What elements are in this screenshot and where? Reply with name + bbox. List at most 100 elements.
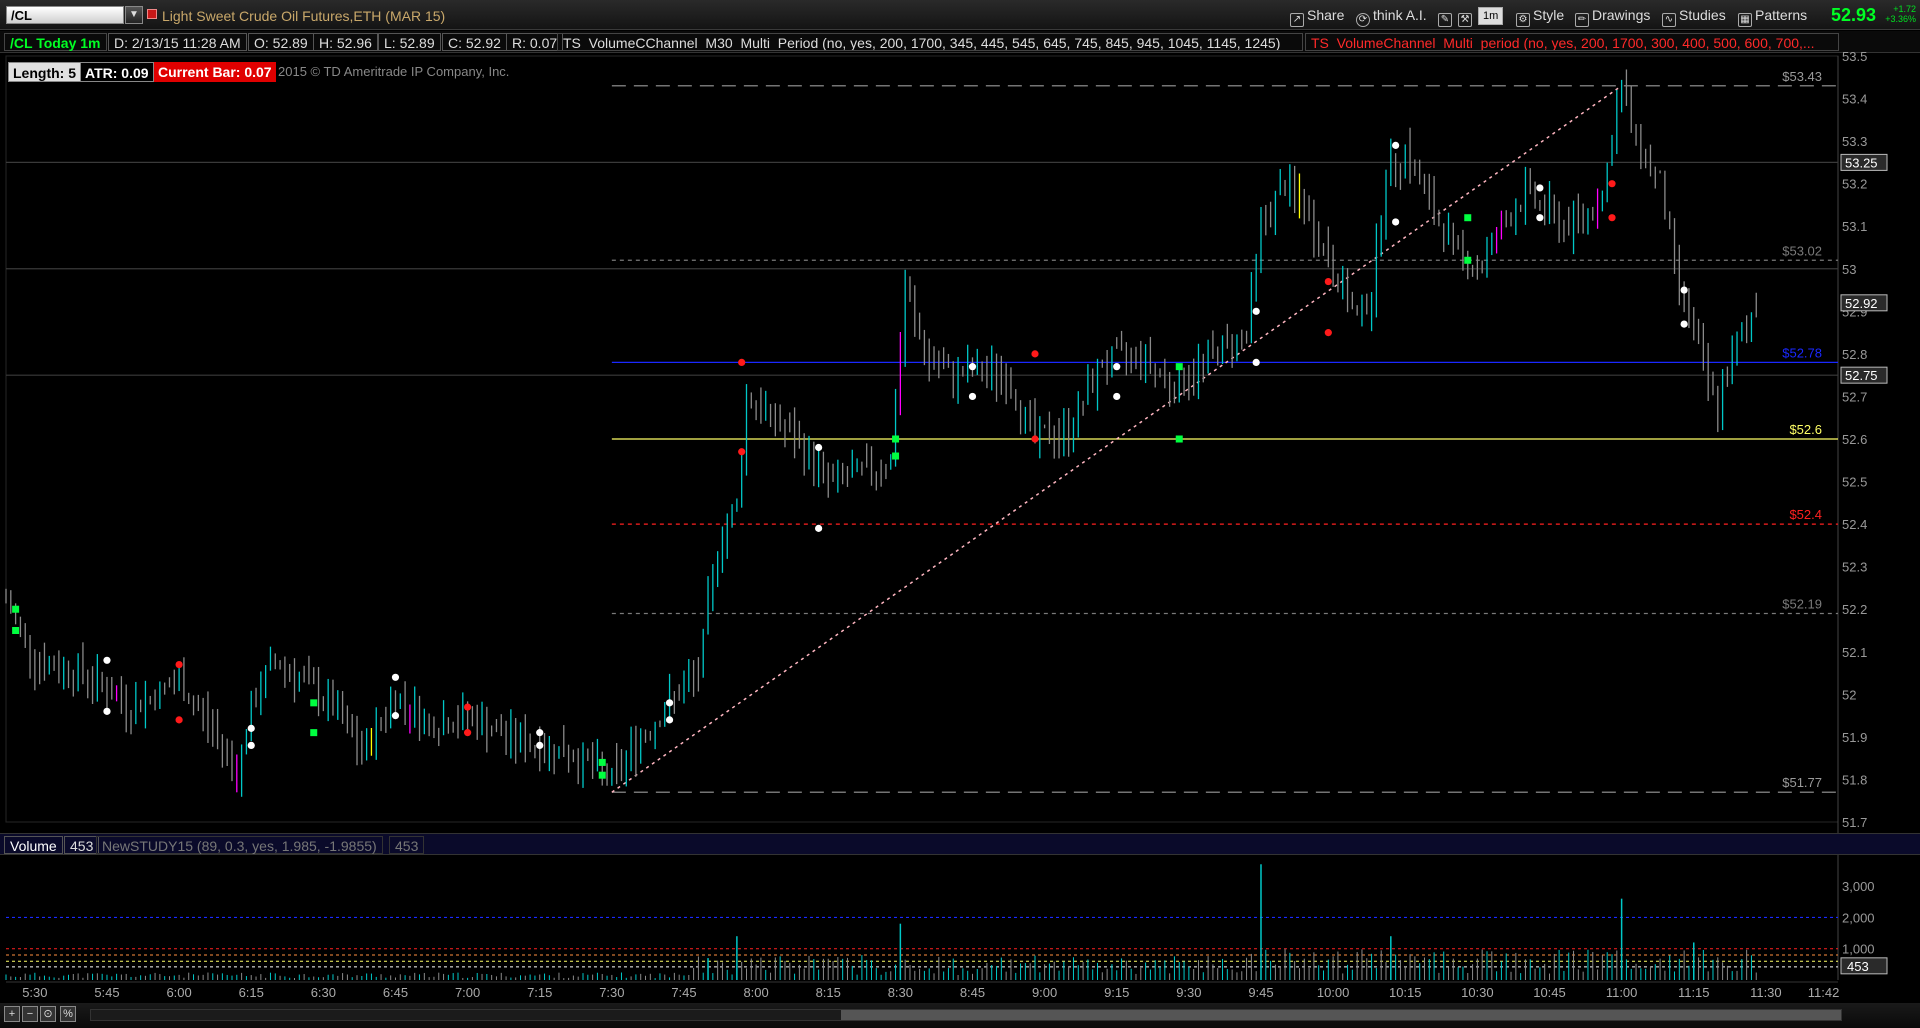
signal-dot-white: [1536, 184, 1544, 192]
zoom-out-button[interactable]: −: [22, 1006, 38, 1022]
signal-dot-white: [1392, 218, 1400, 226]
signal-dot-red: [1608, 214, 1616, 222]
time-axis-tick: 8:30: [888, 985, 913, 1000]
time-axis-tick: 11:15: [1678, 985, 1710, 1000]
time-axis-tick: 9:15: [1104, 985, 1129, 1000]
signal-dot-red: [175, 716, 183, 724]
level-label-2: $52.78: [1782, 345, 1822, 360]
price-axis-tick: 52.4: [1842, 517, 1867, 532]
price-axis-tick: 53.1: [1842, 219, 1867, 234]
price-axis-tick: 52.5: [1842, 475, 1867, 490]
volume-label[interactable]: Volume: [4, 836, 63, 854]
price-axis-tick: 51.7: [1842, 815, 1867, 830]
atr-badge: ATR: 0.09: [80, 62, 154, 82]
level-label-5: $52.19: [1782, 596, 1822, 611]
signal-dot-white: [536, 729, 544, 737]
level-label-4: $52.4: [1789, 507, 1822, 522]
signal-dot-white: [665, 716, 674, 724]
price-axis-tick: 53.2: [1842, 177, 1867, 192]
signal-dot-white: [1392, 141, 1400, 149]
volume-header: Volume 453 NewSTUDY15 (89, 0.3, yes, 1.9…: [0, 833, 1920, 855]
signal-dot-white: [247, 724, 255, 732]
time-axis-tick: 6:45: [383, 985, 408, 1000]
time-axis-tick: 7:00: [455, 985, 480, 1000]
volume-axis-tick: 3,000: [1842, 879, 1875, 894]
time-axis-tick: 7:45: [671, 985, 696, 1000]
percent-scale-button[interactable]: %: [60, 1006, 76, 1022]
time-axis-tick: 11:42: [1808, 985, 1840, 1000]
price-axis-tick: 52.3: [1842, 560, 1867, 575]
price-axis-tick: 51.8: [1842, 772, 1867, 787]
price-axis-tick: 52.7: [1842, 389, 1867, 404]
signal-dot-white: [1680, 320, 1688, 328]
signal-dot-green: [1464, 214, 1472, 222]
signal-dot-green: [892, 452, 900, 460]
time-axis-tick: 5:30: [22, 985, 47, 1000]
time-axis-tick: 6:00: [166, 985, 191, 1000]
signal-dot-red: [738, 358, 746, 366]
volume-axis-tick: 1,000: [1842, 942, 1875, 957]
newstudy15-label[interactable]: NewSTUDY15 (89, 0.3, yes, 1.985, -1.9855…: [96, 836, 383, 854]
zoom-reset-button[interactable]: ⊙: [40, 1006, 56, 1022]
newstudy15-value: 453: [389, 836, 425, 854]
time-axis-tick: 6:30: [311, 985, 336, 1000]
time-axis-tick: 10:15: [1389, 985, 1422, 1000]
price-chart[interactable]: $53.43 $53.02 $52.78 $52.6 $52.4 $52.19 $51.77…: [0, 0, 1920, 1028]
signal-dot-white: [247, 741, 255, 750]
price-axis-tick: 52.8: [1842, 347, 1867, 362]
time-axis-tick: 6:15: [239, 985, 264, 1000]
signal-dot-white: [391, 712, 400, 720]
price-axis-tick: 53.4: [1842, 92, 1867, 107]
level-label-1: $53.02: [1782, 243, 1822, 258]
signal-dot-white: [103, 707, 111, 715]
time-scrollbar-thumb[interactable]: [841, 1010, 1841, 1020]
signal-dot-green: [598, 771, 606, 779]
volume-bubble: 453: [1847, 959, 1869, 974]
signal-dot-white: [391, 673, 400, 681]
length-badge: Length: 5: [8, 62, 81, 82]
signal-dot-red: [1608, 180, 1616, 188]
price-axis-tick: 51.9: [1842, 730, 1867, 745]
signal-dot-green: [598, 758, 606, 766]
time-axis-tick: 8:15: [816, 985, 841, 1000]
time-axis-tick: 5:45: [94, 985, 119, 1000]
signal-dot-red: [1031, 350, 1039, 358]
time-axis-tick: 10:45: [1533, 985, 1566, 1000]
time-axis-tick: 10:30: [1461, 985, 1494, 1000]
signal-dot-white: [815, 524, 823, 532]
current-bar-badge: Current Bar: 0.07: [154, 62, 276, 82]
price-bubble: 52.75: [1845, 368, 1878, 383]
time-scrollbar[interactable]: [90, 1009, 1842, 1021]
level-label-3: $52.6: [1789, 422, 1822, 437]
signal-dot-green: [310, 699, 318, 707]
level-label-6: $51.77: [1782, 775, 1822, 790]
price-axis-tick: 52: [1842, 687, 1856, 702]
time-axis-tick: 10:00: [1317, 985, 1350, 1000]
signal-dot-red: [464, 703, 472, 711]
zoom-in-button[interactable]: +: [4, 1006, 20, 1022]
signal-dot-red: [1324, 329, 1332, 337]
price-axis-tick: 52.2: [1842, 602, 1867, 617]
signal-dot-white: [1252, 307, 1260, 315]
time-axis-tick: 7:15: [527, 985, 552, 1000]
price-axis-tick: 53.3: [1842, 134, 1867, 149]
time-axis-tick: 8:00: [743, 985, 768, 1000]
bottom-controls: + − ⊙ %: [0, 1003, 1920, 1028]
level-label-0: $53.43: [1782, 69, 1822, 84]
signal-dot-white: [1113, 363, 1121, 371]
time-axis-tick: 8:45: [960, 985, 985, 1000]
signal-dot-white: [1680, 286, 1688, 294]
time-axis-tick: 9:00: [1032, 985, 1057, 1000]
time-axis-tick: 9:30: [1176, 985, 1201, 1000]
time-axis-tick: 11:30: [1750, 985, 1782, 1000]
signal-dot-red: [738, 448, 746, 456]
signal-dot-green: [1175, 435, 1183, 443]
signal-dot-green: [1464, 256, 1472, 264]
signal-dot-white: [1536, 214, 1544, 222]
signal-dot-green: [12, 627, 20, 634]
price-axis-tick: 52.1: [1842, 645, 1867, 660]
signal-dot-green: [12, 605, 20, 613]
signal-dot-red: [1031, 435, 1039, 443]
price-bubble: 53.25: [1845, 155, 1878, 170]
signal-dot-white: [1113, 392, 1121, 401]
